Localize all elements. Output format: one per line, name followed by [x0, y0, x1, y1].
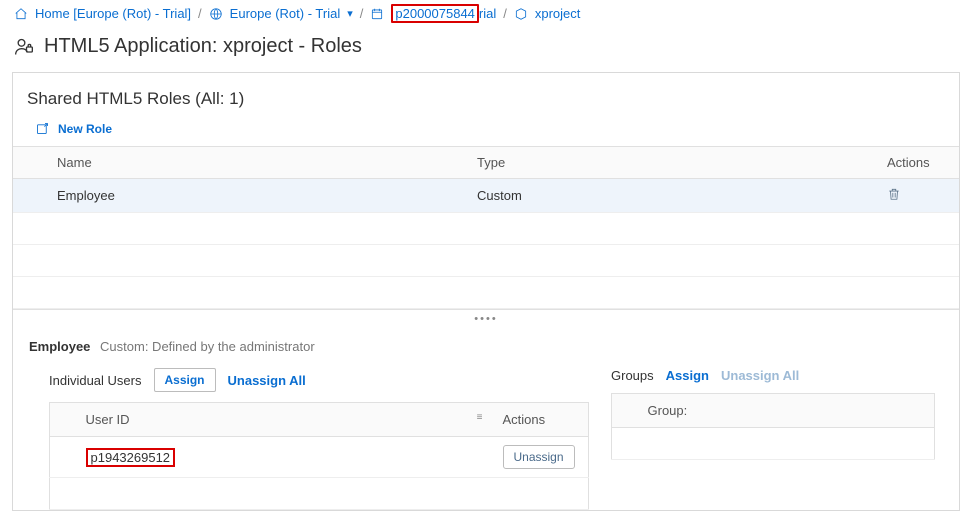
sort-icon[interactable]: ≡	[477, 412, 483, 423]
table-row[interactable]: Employee Custom	[13, 179, 959, 213]
hexagon-icon	[514, 7, 528, 21]
col-uactions: Actions	[493, 403, 589, 437]
role-name-cell: Employee	[47, 179, 467, 213]
col-expand	[13, 147, 47, 179]
breadcrumb-region[interactable]: Europe (Rot) - Trial	[230, 6, 341, 21]
col-expand	[612, 394, 638, 428]
table-row[interactable]: p1943269512 Unassign	[50, 437, 589, 478]
col-group[interactable]: Group:	[638, 394, 935, 428]
users-table: User ID ≡ Actions p1943269512 Unassign	[49, 402, 589, 510]
breadcrumb-sep: /	[198, 6, 202, 21]
page-title: HTML5 Application: xproject - Roles	[44, 35, 362, 58]
users-assign-button[interactable]: Assign	[154, 368, 216, 392]
breadcrumb-sep: /	[360, 6, 364, 21]
groups-tab-label: Groups	[611, 368, 654, 383]
user-id-cell: p1943269512	[86, 448, 176, 467]
users-tab-label: Individual Users	[49, 373, 142, 388]
unassign-button[interactable]: Unassign	[503, 445, 575, 469]
col-expand	[50, 403, 76, 437]
chevron-down-icon[interactable]: ▾	[347, 7, 353, 20]
role-detail-name: Employee	[29, 339, 90, 354]
user-lock-icon	[14, 37, 34, 57]
col-user-id[interactable]: User ID ≡	[76, 403, 493, 437]
table-row	[50, 478, 589, 510]
groups-unassign-all-link: Unassign All	[721, 368, 799, 383]
new-role-label: New Role	[58, 122, 112, 136]
col-name[interactable]: Name	[47, 147, 467, 179]
table-row	[13, 277, 959, 309]
splitter-handle[interactable]: ••••	[13, 309, 959, 325]
groups-panel: Groups Assign Unassign All Group:	[611, 368, 935, 510]
calendar-icon	[370, 7, 384, 21]
globe-icon	[209, 7, 223, 21]
col-type[interactable]: Type	[467, 147, 877, 179]
breadcrumb-account[interactable]: p2000075844	[391, 4, 479, 23]
table-row	[13, 213, 959, 245]
breadcrumb-sep: /	[503, 6, 507, 21]
breadcrumb-home[interactable]: Home [Europe (Rot) - Trial]	[35, 6, 191, 21]
col-actions: Actions	[877, 147, 959, 179]
role-type-cell: Custom	[467, 179, 877, 213]
delete-icon[interactable]	[887, 189, 901, 204]
home-icon	[14, 7, 28, 21]
table-row	[612, 428, 935, 460]
roles-table: Name Type Actions Employee Custom	[13, 146, 959, 309]
users-unassign-all-link[interactable]: Unassign All	[228, 373, 306, 388]
table-row	[13, 245, 959, 277]
new-role-button[interactable]: New Role	[13, 121, 112, 146]
groups-assign-link[interactable]: Assign	[666, 368, 709, 383]
breadcrumb: Home [Europe (Rot) - Trial] / Europe (Ro…	[0, 0, 972, 27]
groups-table: Group:	[611, 393, 935, 460]
roles-section-title: Shared HTML5 Roles (All: 1)	[13, 73, 959, 121]
role-detail-bar: Employee Custom: Defined by the administ…	[13, 325, 959, 368]
breadcrumb-account-suffix: rial	[479, 6, 496, 21]
users-panel: Individual Users Assign Unassign All Use…	[49, 368, 589, 510]
breadcrumb-app[interactable]: xproject	[535, 6, 581, 21]
role-detail-desc: Custom: Defined by the administrator	[100, 339, 315, 354]
